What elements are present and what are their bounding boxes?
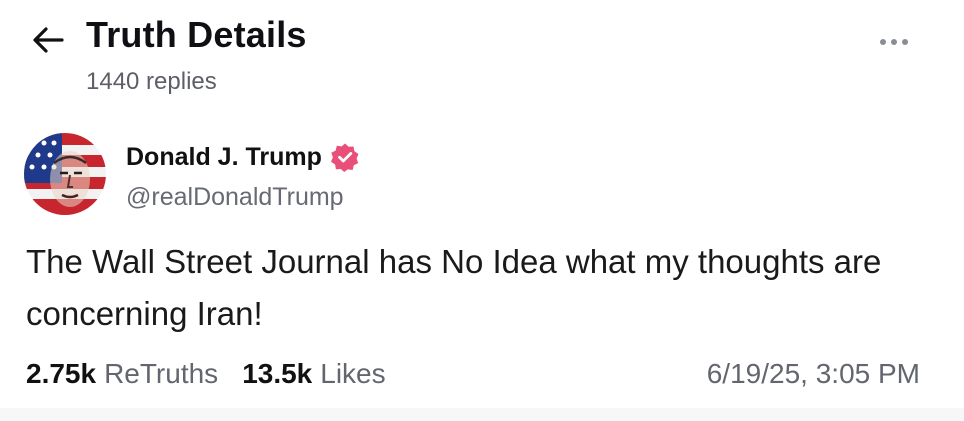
likes-stat[interactable]: 13.5k Likes (242, 358, 385, 390)
back-button[interactable] (28, 22, 68, 58)
author-handle[interactable]: @realDonaldTrump (126, 183, 344, 212)
page-title: Truth Details (86, 14, 307, 55)
verified-badge-icon (330, 143, 359, 172)
section-divider (0, 408, 964, 421)
retruths-stat[interactable]: 2.75k ReTruths (26, 358, 218, 390)
avatar-image (24, 133, 106, 215)
retruths-label: ReTruths (104, 358, 219, 389)
more-horizontal-icon-dot (891, 39, 897, 45)
arrow-left-icon (33, 27, 64, 53)
likes-count: 13.5k (242, 358, 313, 389)
more-options-button[interactable] (872, 30, 916, 54)
page-header: Truth Details 1440 replies (0, 0, 964, 110)
author-name: Donald J. Trump (126, 142, 322, 171)
author-name-link[interactable]: Donald J. Trump (126, 142, 360, 172)
reply-count: 1440 replies (86, 68, 217, 95)
avatar[interactable] (24, 133, 106, 215)
likes-label: Likes (320, 358, 386, 389)
retruths-count: 2.75k (26, 358, 97, 389)
more-horizontal-icon-dot (902, 39, 908, 45)
post-timestamp: 6/19/25, 3:05 PM (706, 358, 920, 389)
post-text: The Wall Street Journal has No Idea what… (26, 243, 882, 332)
more-horizontal-icon (880, 39, 886, 45)
post-stats: 2.75k ReTruths 13.5k Likes (26, 354, 386, 394)
